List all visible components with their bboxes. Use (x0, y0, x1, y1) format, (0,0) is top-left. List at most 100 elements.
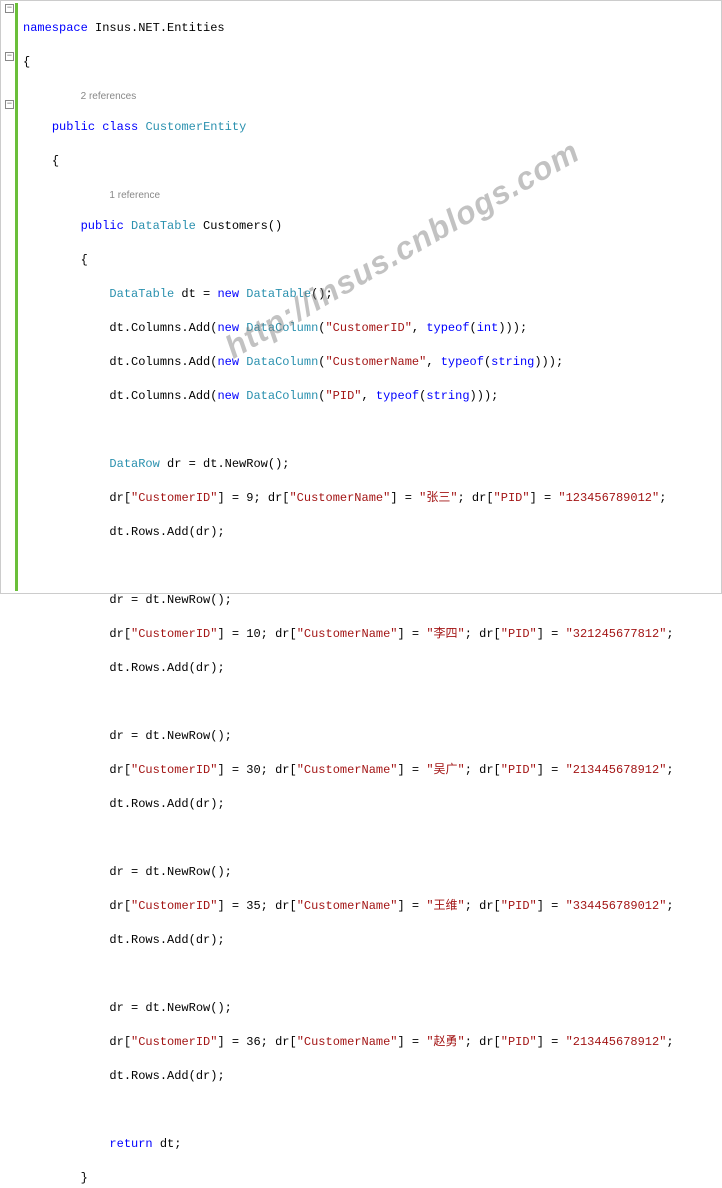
string-literal: "CustomerName" (325, 355, 426, 369)
collapse-icon[interactable]: − (5, 4, 14, 13)
string-literal: "王维" (426, 899, 464, 913)
code-text: ; dr[ (465, 763, 501, 777)
string-literal: "CustomerID" (325, 321, 411, 335)
code-text: ; dr[ (253, 491, 289, 505)
code-text: ] = (530, 491, 559, 505)
code-text: dt.Rows.Add(dr); (109, 1069, 224, 1083)
brace: { (52, 154, 59, 168)
string-literal: "PID" (501, 1035, 537, 1049)
code-text: ] = (537, 899, 566, 913)
code-text: , (426, 355, 440, 369)
string-literal: "PID" (325, 389, 361, 403)
code-text: ] = (398, 899, 427, 913)
code-text: ))); (534, 355, 563, 369)
keyword-return: return (109, 1137, 152, 1151)
string-literal: "PID" (501, 627, 537, 641)
type-string: string (426, 389, 469, 403)
type-datatable: DataTable (109, 287, 174, 301)
string-literal: "CustomerName" (297, 627, 398, 641)
code-text: dr = dt.NewRow(); (160, 457, 290, 471)
class-name: CustomerEntity (145, 120, 246, 134)
code-text: ))); (470, 389, 499, 403)
code-text: , (412, 321, 426, 335)
code-text: dr = dt.NewRow(); (109, 593, 231, 607)
codelens-method[interactable]: 1 reference (109, 190, 160, 201)
string-literal: "334456789012" (566, 899, 667, 913)
code-text: dt.Rows.Add(dr); (109, 933, 224, 947)
code-text: dr = dt.NewRow(); (109, 729, 231, 743)
namespace-name: Insus.NET.Entities (88, 21, 225, 35)
string-literal: "CustomerID" (131, 899, 217, 913)
string-literal: "PID" (494, 491, 530, 505)
return-type: DataTable (131, 219, 196, 233)
code-text: ; dr[ (261, 763, 297, 777)
codelens-class[interactable]: 2 references (81, 91, 137, 102)
code-text: dr = dt.NewRow(); (109, 865, 231, 879)
code-text: dt.Columns.Add( (109, 389, 217, 403)
keyword-new: new (217, 389, 239, 403)
code-text: dr[ (109, 763, 131, 777)
method-name: Customers() (196, 219, 282, 233)
keyword-typeof: typeof (426, 321, 469, 335)
code-text: ; (666, 627, 673, 641)
code-text: ] = (537, 627, 566, 641)
code-text: ] = (217, 899, 246, 913)
string-literal: "CustomerName" (289, 491, 390, 505)
code-text: ; dr[ (261, 627, 297, 641)
keyword-typeof: typeof (376, 389, 419, 403)
value-id: 10 (246, 627, 260, 641)
string-literal: "213445678912" (566, 1035, 667, 1049)
code-text: , (362, 389, 376, 403)
string-literal: "CustomerName" (297, 763, 398, 777)
collapse-icon[interactable]: − (5, 100, 14, 109)
keyword-new: new (217, 287, 239, 301)
code-text: ; (659, 491, 666, 505)
keyword-new: new (217, 355, 239, 369)
type-datacolumn: DataColumn (246, 355, 318, 369)
code-text: ] = (217, 491, 246, 505)
string-literal: "赵勇" (426, 1035, 464, 1049)
code-text: ] = (217, 1035, 246, 1049)
string-literal: "213445678912" (566, 763, 667, 777)
value-id: 30 (246, 763, 260, 777)
type-int: int (477, 321, 499, 335)
string-literal: "CustomerID" (131, 1035, 217, 1049)
code-text: ] = (217, 627, 246, 641)
code-text: dt.Rows.Add(dr); (109, 661, 224, 675)
code-text: ; dr[ (458, 491, 494, 505)
collapse-icon[interactable]: − (5, 52, 14, 61)
code-text: dr[ (109, 899, 131, 913)
change-bar (15, 3, 18, 591)
value-id: 36 (246, 1035, 260, 1049)
code-text: ; dr[ (465, 627, 501, 641)
string-literal: "吴广" (426, 763, 464, 777)
code-text: ; (666, 899, 673, 913)
string-literal: "CustomerName" (297, 899, 398, 913)
string-literal: "123456789012" (558, 491, 659, 505)
string-literal: "CustomerID" (131, 491, 217, 505)
string-literal: "张三" (419, 491, 457, 505)
string-literal: "李四" (426, 627, 464, 641)
value-id: 35 (246, 899, 260, 913)
keyword-public: public (52, 120, 95, 134)
code-editor[interactable]: namespace Insus.NET.Entities { 2 referen… (23, 3, 674, 1188)
type-datarow: DataRow (109, 457, 159, 471)
keyword-namespace: namespace (23, 21, 88, 35)
code-text: ; (666, 1035, 673, 1049)
code-text: dt.Rows.Add(dr); (109, 525, 224, 539)
code-text: ; dr[ (261, 899, 297, 913)
string-literal: "321245677812" (566, 627, 667, 641)
keyword-public: public (81, 219, 124, 233)
brace: { (81, 253, 88, 267)
keyword-typeof: typeof (441, 355, 484, 369)
brace: { (23, 55, 30, 69)
code-text: ; (666, 763, 673, 777)
code-text: ; dr[ (261, 1035, 297, 1049)
keyword-new: new (217, 321, 239, 335)
code-text: dt; (153, 1137, 182, 1151)
code-text: ] = (217, 763, 246, 777)
code-text: dt.Rows.Add(dr); (109, 797, 224, 811)
string-literal: "CustomerID" (131, 627, 217, 641)
type-string: string (491, 355, 534, 369)
code-text: dr[ (109, 1035, 131, 1049)
